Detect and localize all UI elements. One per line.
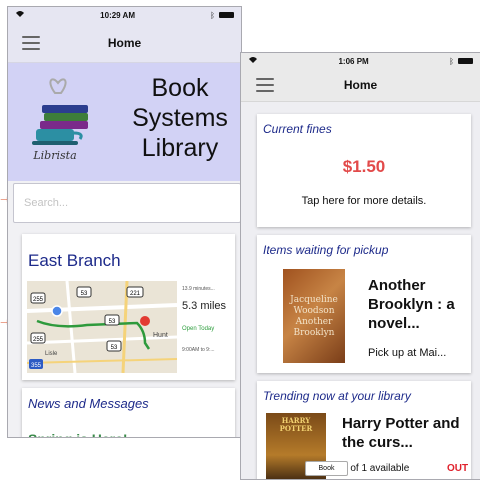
status-bar: 1:06 PM ᛒ <box>241 53 480 69</box>
branch-hours: 9:00AM to 9:... <box>182 347 215 353</box>
left-phone-screen: 10:29 AM ᛒ Home Librista Book Systems Li… <box>7 6 242 438</box>
book-title[interactable]: Another Brooklyn : a novel... <box>368 276 468 333</box>
pickup-card[interactable]: Items waiting for pickup Jacqueline Wood… <box>257 235 471 373</box>
open-status: Open Today <box>182 326 215 332</box>
bluetooth-icon: ᛒ <box>210 10 215 20</box>
pickup-title: Items waiting for pickup <box>263 243 389 257</box>
book-cover[interactable]: Jacqueline Woodson Another Brooklyn <box>283 269 345 363</box>
route-duration: 13.9 minutes... <box>182 286 215 292</box>
out-badge: OUT <box>447 463 469 474</box>
pickup-status: Pick up at Mai... <box>368 347 447 359</box>
wifi-icon <box>15 10 25 20</box>
availability-text: 0 of 1 available <box>342 463 410 474</box>
library-name: Book Systems Library <box>132 74 228 162</box>
status-bar: 10:29 AM ᛒ <box>8 7 241 23</box>
search-input[interactable]: Search... <box>13 183 241 223</box>
fines-details-link[interactable]: Tap here for more details. <box>257 195 471 207</box>
route-distance: 5.3 miles <box>182 300 227 312</box>
library-header: Librista Book Systems Library <box>8 63 241 181</box>
cover-text: HARRY POTTER <box>279 416 313 433</box>
search-placeholder: Search... <box>24 197 69 209</box>
svg-text:53: 53 <box>109 319 116 325</box>
branch-map[interactable]: 255 53 221 53 255 53 355 Hunt Lisle <box>27 281 177 373</box>
svg-text:255: 255 <box>33 297 44 303</box>
battery-icon <box>218 12 234 18</box>
battery-icon <box>457 58 473 64</box>
fines-title: Current fines <box>263 122 332 136</box>
branch-card[interactable]: East Branch 255 53 221 53 255 53 355 Hun… <box>22 234 235 380</box>
format-badge: Book <box>305 461 348 476</box>
book-title[interactable]: Harry Potter and the curs... <box>342 414 467 452</box>
navigation-bar: Home <box>241 69 480 102</box>
svg-text:53: 53 <box>111 345 118 351</box>
svg-text:221: 221 <box>130 291 141 297</box>
fines-amount: $1.50 <box>342 157 386 176</box>
page-title: Home <box>107 35 142 50</box>
svg-text:355: 355 <box>31 363 42 369</box>
wifi-icon <box>248 56 258 66</box>
branch-title: East Branch <box>28 251 121 270</box>
status-time: 10:29 AM <box>100 10 135 20</box>
navigation-bar: Home <box>8 23 241 63</box>
svg-text:255: 255 <box>33 337 44 343</box>
news-headline: Spring is Here! <box>22 411 235 437</box>
svg-text:Lisle: Lisle <box>45 351 58 357</box>
news-card[interactable]: News and Messages Spring is Here! <box>22 388 235 437</box>
cover-text: Jacqueline Woodson Another Brooklyn <box>290 295 338 338</box>
trending-title: Trending now at your library <box>263 389 411 403</box>
hamburger-menu-icon[interactable] <box>256 78 274 92</box>
map-pin-icon <box>140 316 150 326</box>
svg-text:Hunt: Hunt <box>153 332 168 339</box>
news-title: News and Messages <box>28 396 149 411</box>
status-time: 1:06 PM <box>338 56 369 66</box>
page-title: Home <box>343 78 378 92</box>
route-info: 13.9 minutes... 5.3 miles Open Today 9:0… <box>182 286 234 353</box>
right-phone-screen: 1:06 PM ᛒ Home Current fines $1.50 Tap h… <box>240 52 480 480</box>
hamburger-menu-icon[interactable] <box>22 35 40 50</box>
fines-card[interactable]: Current fines $1.50 Tap here for more de… <box>257 114 471 227</box>
bluetooth-icon: ᛒ <box>449 56 454 66</box>
logo-text: Librista <box>33 149 77 162</box>
svg-text:53: 53 <box>81 291 88 297</box>
trending-card[interactable]: Trending now at your library HARRY POTTE… <box>257 381 471 479</box>
location-dot-icon <box>51 305 63 317</box>
